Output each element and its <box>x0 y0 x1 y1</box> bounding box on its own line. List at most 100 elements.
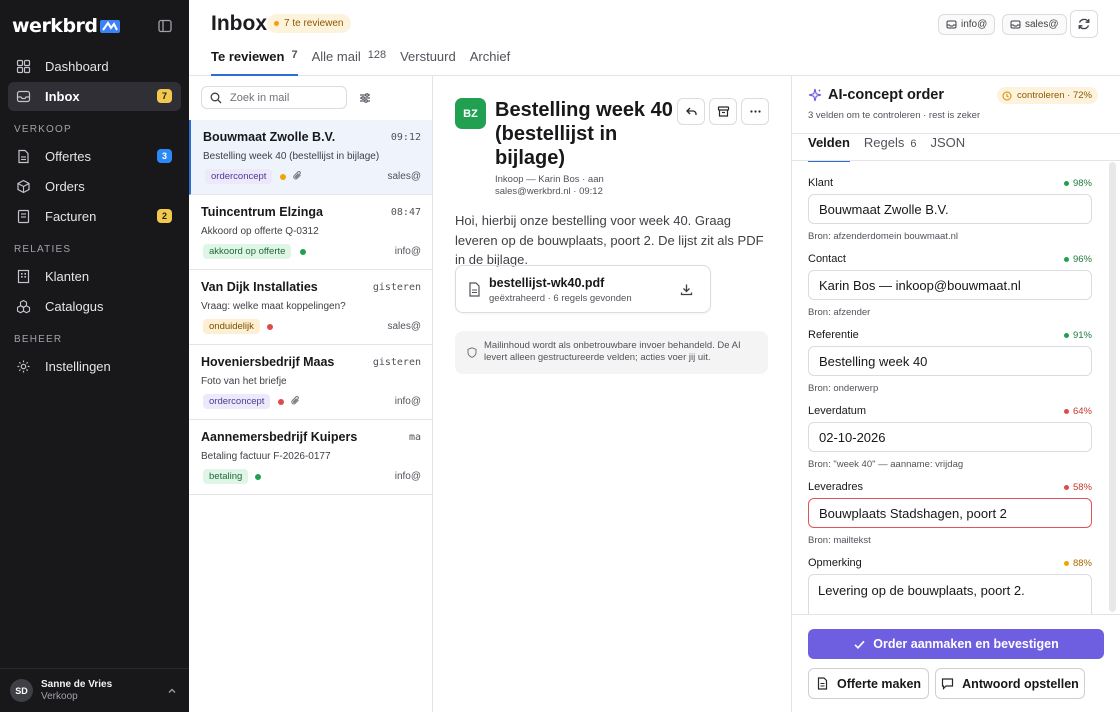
search-icon <box>210 92 222 104</box>
tab-count: 7 <box>291 49 298 61</box>
review-badge-label: 7 te reviewen <box>284 18 344 29</box>
user-menu[interactable]: SD Sanne de Vries Verkoop <box>0 668 189 712</box>
sidebar-item-facturen[interactable]: Facturen 2 <box>8 202 181 231</box>
list-item[interactable]: Van Dijk Installaties gisteren Vraag: we… <box>189 270 432 345</box>
status-dot <box>1063 409 1069 414</box>
filter-icon[interactable] <box>358 91 372 105</box>
field-label: Leverdatum <box>808 405 867 417</box>
attachment-icon <box>292 170 303 181</box>
tab-label: Te reviewen <box>211 49 285 64</box>
attachment-card[interactable]: bestellijst-wk40.pdf geëxtraheerd · 6 re… <box>455 265 711 313</box>
tab-label: Archief <box>469 49 511 64</box>
refresh-button[interactable] <box>1070 10 1098 38</box>
opmerking-textarea[interactable]: Levering op de bouwplaats, poort 2. <box>808 574 1092 614</box>
mail-subject: Bestelling week 40 (bestellijst in bijla… <box>203 151 380 162</box>
user-name: Sanne de Vries <box>41 679 113 690</box>
account-filter-sales[interactable]: sales@ <box>1002 14 1067 35</box>
sidebar-item-instellingen[interactable]: Instellingen <box>8 352 181 381</box>
inbox-count-badge: 7 <box>157 89 172 103</box>
field-source: Bron: afzender <box>808 307 871 318</box>
offertes-count-badge: 3 <box>157 149 172 163</box>
sidebar-item-label: Orders <box>45 179 85 194</box>
search-placeholder: Zoek in mail <box>230 91 290 104</box>
sidebar-item-label: Facturen <box>45 209 97 224</box>
mail-sender: Van Dijk Installaties <box>201 280 318 294</box>
contact-field[interactable]: Karin Bos — inkoop@bouwmaat.nl <box>808 270 1092 300</box>
mail-title: Bestelling week 40 (bestellijst in bijla… <box>495 99 673 169</box>
tab-archief[interactable]: Archief <box>470 44 510 76</box>
mail-list: Bouwmaat Zwolle B.V. 09:12 Bestelling we… <box>189 120 432 495</box>
list-item[interactable]: Bouwmaat Zwolle B.V. 09:12 Bestelling we… <box>189 120 432 195</box>
tab-verstuurd[interactable]: Verstuurd <box>400 44 456 76</box>
facturen-count-badge: 2 <box>157 209 172 223</box>
archive-button[interactable] <box>709 98 737 125</box>
sidebar-item-inbox[interactable]: Inbox 7 <box>8 82 181 111</box>
list-item[interactable]: Aannemersbedrijf Kuipers ma Betaling fac… <box>189 420 432 495</box>
mail-time: gisteren <box>372 282 421 293</box>
mail-account: sales@ <box>387 171 422 182</box>
tab-regels[interactable]: Regels 6 <box>864 134 917 161</box>
tab-json[interactable]: JSON <box>931 134 966 161</box>
more-options-button[interactable] <box>741 98 769 125</box>
confidence-indicator: 91% <box>1063 330 1092 341</box>
list-item[interactable]: Hoveniersbedrijf Maas gisteren Foto van … <box>189 345 432 420</box>
werkbrd-logo[interactable]: werkbrd <box>12 15 120 37</box>
logo-mark-icon <box>99 19 120 34</box>
mail-tag: akkoord op offerte <box>203 244 292 259</box>
section-heading-relaties: RELATIES <box>14 244 72 255</box>
message-icon <box>941 677 954 690</box>
confidence-indicator: 64% <box>1063 406 1092 417</box>
tab-count: 6 <box>910 138 917 150</box>
file-icon <box>468 282 481 297</box>
sidebar: werkbrd Dashboard Inbox 7 VERKOOP Offert… <box>0 0 189 712</box>
search-input[interactable]: Zoek in mail <box>201 86 347 109</box>
field-label: Opmerking <box>808 557 862 569</box>
mail-time: 09:12 <box>390 132 421 143</box>
leverdatum-field[interactable]: 02-10-2026 <box>808 422 1092 452</box>
confidence-value: 91% <box>1072 330 1092 341</box>
tab-label: Alle mail <box>311 49 361 64</box>
shield-icon <box>467 347 477 358</box>
mail-time: gisteren <box>372 357 421 368</box>
attachment-info: geëxtraheerd · 6 regels gevonden <box>489 293 632 304</box>
sidebar-item-orders[interactable]: Orders <box>8 172 181 201</box>
create-quote-button[interactable]: Offerte maken <box>808 668 929 699</box>
account-filter-info[interactable]: info@ <box>938 14 996 35</box>
reply-button[interactable] <box>677 98 705 125</box>
tab-label: JSON <box>930 135 966 150</box>
mail-account: sales@ <box>387 321 422 332</box>
leveradres-field[interactable]: Bouwplaats Stadshagen, poort 2 <box>808 498 1092 528</box>
confidence-indicator: 96% <box>1063 254 1092 265</box>
draft-reply-button[interactable]: Antwoord opstellen <box>935 668 1085 699</box>
confidence-value: 98% <box>1072 178 1092 189</box>
download-icon[interactable] <box>680 283 693 296</box>
page-title: Inbox <box>211 12 267 35</box>
tab-te-reviewen[interactable]: Te reviewen 7 <box>211 44 298 76</box>
field-label: Leveradres <box>808 481 864 493</box>
referentie-field[interactable]: Bestelling week 40 <box>808 346 1092 376</box>
tab-alle-mail[interactable]: Alle mail 128 <box>312 44 386 76</box>
confidence-indicator: 98% <box>1063 178 1092 189</box>
field-source: Bron: mailtekst <box>808 535 871 546</box>
sidebar-item-klanten[interactable]: Klanten <box>8 262 181 291</box>
create-order-button[interactable]: Order aanmaken en bevestigen <box>808 629 1104 659</box>
sidebar-item-offertes[interactable]: Offertes 3 <box>8 142 181 171</box>
list-item[interactable]: Tuincentrum Elzinga 08:47 Akkoord op off… <box>189 195 432 270</box>
section-heading-verkoop: VERKOOP <box>14 124 72 135</box>
status-dot <box>267 324 273 330</box>
sidebar-item-label: Catalogus <box>45 299 104 314</box>
ai-tabs: Velden Regels 6 JSON <box>808 134 979 162</box>
ai-panel-header: AI-concept order 3 velden om te controle… <box>792 76 1120 134</box>
collapse-sidebar-icon[interactable] <box>157 18 173 34</box>
tab-count: 128 <box>367 49 387 61</box>
fields-scrollbar[interactable] <box>1109 162 1116 612</box>
sidebar-item-dashboard[interactable]: Dashboard <box>8 52 181 81</box>
klant-field[interactable]: Bouwmaat Zwolle B.V. <box>808 194 1092 224</box>
field-source: Bron: afzenderdomein bouwmaat.nl <box>808 231 958 242</box>
mail-account: info@ <box>394 471 421 482</box>
sidebar-item-catalogus[interactable]: Catalogus <box>8 292 181 321</box>
sidebar-item-label: Offertes <box>45 149 92 164</box>
section-heading-beheer: BEHEER <box>14 334 63 345</box>
tab-velden[interactable]: Velden <box>808 134 850 162</box>
gear-icon <box>16 359 31 374</box>
